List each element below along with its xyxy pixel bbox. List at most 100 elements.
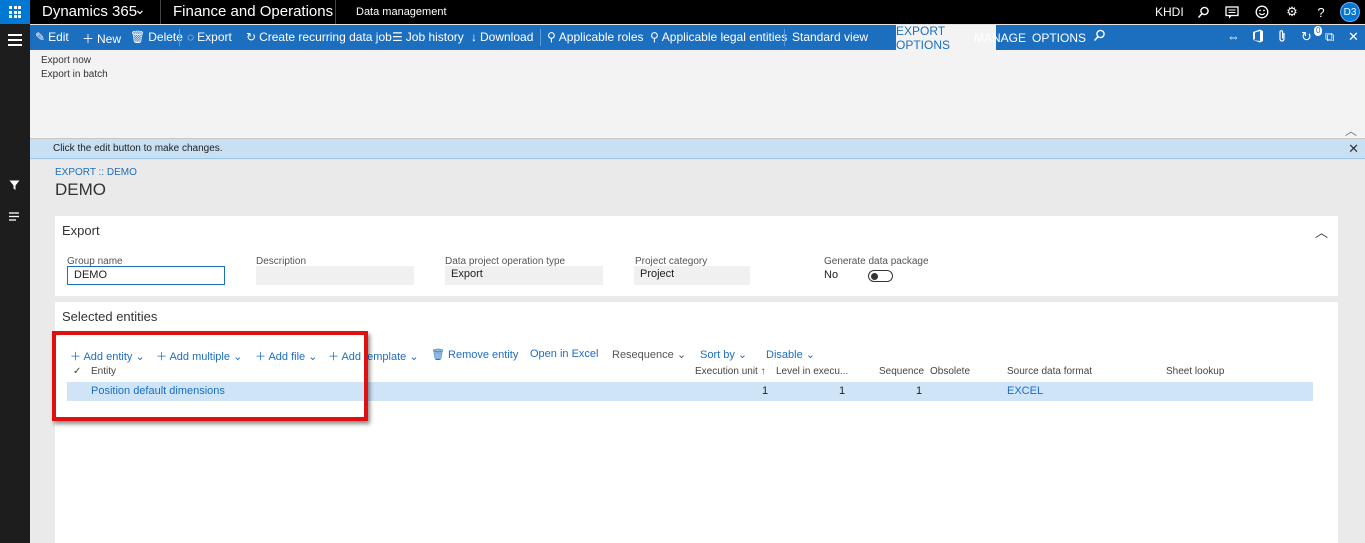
- resequence-label: Resequence: [612, 349, 674, 361]
- generate-package-toggle[interactable]: [868, 270, 893, 282]
- close-icon[interactable]: ✕: [1348, 29, 1359, 45]
- search-icon[interactable]: [1193, 2, 1213, 22]
- divider: [335, 0, 336, 24]
- search-icon[interactable]: [1093, 29, 1106, 45]
- disable-button[interactable]: Disable ⌄: [766, 348, 815, 361]
- project-category-field[interactable]: Project: [634, 266, 750, 285]
- divider: [179, 29, 180, 46]
- export-options-flyout: Export now Export in batch ︿: [30, 50, 1365, 139]
- applicable-legal-entities-button[interactable]: ⚲ Applicable legal entities: [650, 30, 787, 44]
- export-label: Export: [197, 30, 232, 44]
- company-picker[interactable]: KHDI: [1155, 5, 1184, 19]
- job-history-label: Job history: [405, 30, 464, 44]
- edit-label: Edit: [48, 30, 69, 44]
- column-header-source-format[interactable]: Source data format: [1007, 366, 1092, 377]
- export-section: Export ︿ Group name DEMO Description Dat…: [55, 216, 1338, 296]
- plus-icon: ＋: [82, 32, 95, 46]
- level-cell: 1: [839, 385, 846, 397]
- operation-type-field[interactable]: Export: [445, 266, 603, 285]
- delete-label: Delete: [148, 30, 183, 44]
- edit-button[interactable]: ✎ Edit: [35, 30, 69, 44]
- message-center-icon[interactable]: [1222, 2, 1242, 22]
- gear-icon[interactable]: ⚙: [1282, 2, 1302, 22]
- help-icon[interactable]: ?: [1311, 2, 1331, 22]
- divider: [540, 29, 541, 46]
- message-bar: Click the edit button to make changes. ✕: [30, 139, 1365, 159]
- delete-button[interactable]: 🗑 Delete: [130, 30, 183, 44]
- connect-icon[interactable]: ⇔: [1227, 29, 1240, 44]
- trash-icon: 🗑: [431, 349, 445, 361]
- list-icon[interactable]: [9, 210, 20, 224]
- filter-icon[interactable]: [9, 180, 20, 194]
- feedback-smile-icon[interactable]: [1252, 2, 1272, 22]
- waffle-icon: [9, 6, 21, 18]
- chevron-up-icon[interactable]: ︿: [1345, 122, 1357, 139]
- new-button[interactable]: ＋ New: [82, 30, 121, 47]
- remove-entity-button[interactable]: 🗑 Remove entity: [431, 348, 518, 361]
- description-field[interactable]: [256, 266, 414, 285]
- hamburger-menu-icon[interactable]: [8, 34, 22, 49]
- close-icon[interactable]: ✕: [1348, 141, 1359, 157]
- chevron-down-icon: ⌄: [409, 351, 419, 363]
- section-title[interactable]: Selected entities: [62, 309, 157, 324]
- open-in-excel-button[interactable]: Open in Excel: [530, 348, 598, 360]
- applicable-legal-entities-label: Applicable legal entities: [661, 30, 788, 44]
- disable-label: Disable: [766, 349, 803, 361]
- standard-view-button[interactable]: Standard view: [792, 30, 868, 44]
- execution-unit-cell: 1: [762, 385, 769, 397]
- tab-manage[interactable]: MANAGE: [974, 31, 1026, 45]
- download-label: Download: [480, 30, 534, 44]
- top-navigation-bar: Dynamics 365 ⌄ Finance and Operations Da…: [0, 0, 1365, 24]
- export-in-batch-menu-item[interactable]: Export in batch: [41, 69, 108, 80]
- export-now-menu-item[interactable]: Export now: [41, 55, 91, 66]
- download-arrow-icon: ↓: [471, 30, 477, 44]
- applicable-roles-label: Applicable roles: [558, 30, 644, 44]
- open-new-window-icon[interactable]: ⧉: [1325, 29, 1334, 45]
- notification-badge: 0: [1314, 26, 1323, 36]
- chevron-down-icon: ⌄: [676, 349, 687, 361]
- app-launcher-button[interactable]: [0, 0, 30, 24]
- sequence-cell: 1: [916, 385, 923, 397]
- office-icon[interactable]: [1252, 29, 1264, 46]
- remove-entity-label: Remove entity: [448, 349, 519, 361]
- column-header-level[interactable]: Level in execu...: [776, 366, 848, 377]
- source-format-cell[interactable]: EXCEL: [1007, 385, 1043, 397]
- job-history-button[interactable]: ☰ Job history: [392, 30, 464, 44]
- workspace-breadcrumb[interactable]: Data management: [356, 6, 447, 18]
- refresh-dashed-icon: ◌: [187, 30, 195, 44]
- download-button[interactable]: ↓ Download: [471, 30, 533, 44]
- recurrence-icon: ↻: [246, 30, 257, 44]
- tab-options[interactable]: OPTIONS: [1032, 31, 1086, 45]
- column-header-sequence[interactable]: Sequence: [879, 366, 924, 377]
- resequence-button[interactable]: Resequence ⌄: [612, 348, 686, 361]
- page-title: DEMO: [55, 180, 106, 199]
- refresh-icon[interactable]: ↻: [1301, 29, 1312, 45]
- group-name-field[interactable]: DEMO: [67, 266, 225, 285]
- brand-name[interactable]: Dynamics 365: [42, 3, 137, 20]
- generate-package-value: No: [824, 269, 839, 281]
- sort-by-label: Sort by: [700, 349, 735, 361]
- create-recurring-data-job-button[interactable]: ↻ Create recurring data job: [246, 30, 392, 44]
- key-icon: ⚲: [547, 30, 556, 44]
- chevron-down-icon: ⌄: [805, 349, 815, 361]
- column-header-obsolete[interactable]: Obsolete: [930, 366, 970, 377]
- avatar[interactable]: D3: [1340, 2, 1360, 22]
- key-icon: ⚲: [650, 30, 659, 44]
- trash-icon: 🗑: [130, 30, 146, 44]
- column-header-execution-unit[interactable]: Execution unit ↑: [695, 366, 766, 377]
- attachment-icon[interactable]: [1277, 29, 1287, 46]
- breadcrumb[interactable]: EXPORT :: DEMO: [55, 167, 137, 178]
- chevron-down-icon[interactable]: ⌄: [134, 1, 146, 18]
- column-header-sheet-lookup[interactable]: Sheet lookup: [1166, 366, 1224, 377]
- section-title[interactable]: Export: [62, 223, 100, 238]
- standard-view-label: Standard view: [792, 30, 869, 44]
- applicable-roles-button[interactable]: ⚲ Applicable roles: [547, 30, 644, 44]
- divider: [784, 29, 785, 46]
- generate-package-label: Generate data package: [824, 256, 929, 267]
- chevron-up-icon[interactable]: ︿: [1315, 222, 1328, 241]
- export-button[interactable]: ◌ Export: [187, 30, 232, 44]
- sort-by-button[interactable]: Sort by ⌄: [700, 348, 747, 361]
- action-pane: ✎ Edit ＋ New 🗑 Delete ◌ Export ↻ Create recur…: [30, 24, 1365, 52]
- sort-ascending-icon: ↑: [760, 366, 766, 377]
- list-icon: ☰: [392, 30, 403, 44]
